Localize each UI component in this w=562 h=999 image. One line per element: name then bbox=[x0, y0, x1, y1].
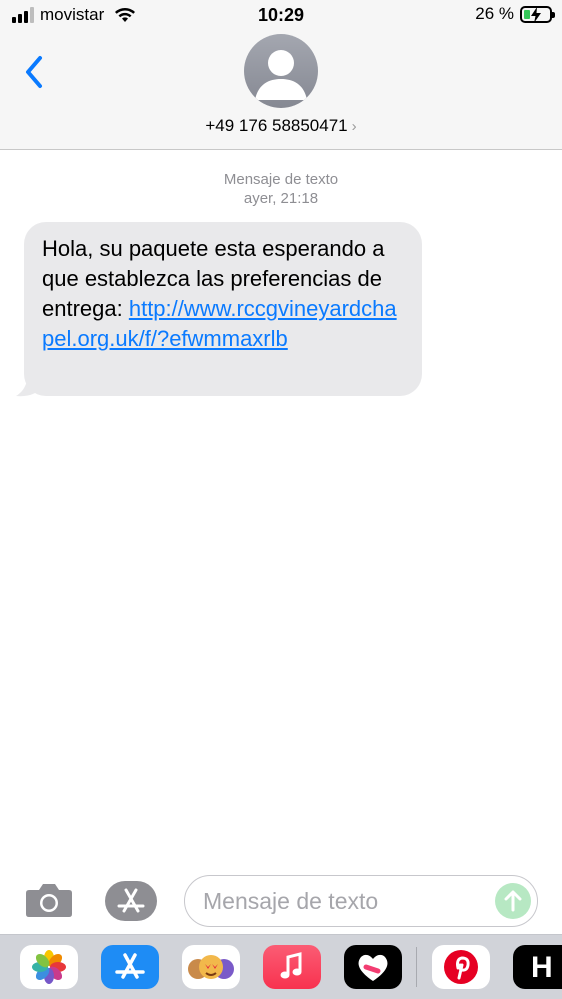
h-app-icon[interactable]: H bbox=[513, 945, 562, 989]
send-arrow-icon bbox=[504, 890, 522, 912]
app-strip-divider bbox=[416, 947, 417, 987]
battery-nub bbox=[552, 11, 555, 18]
pinterest-logo-icon bbox=[444, 950, 478, 984]
app-store-icon bbox=[105, 881, 157, 921]
chevron-right-icon: › bbox=[351, 118, 357, 135]
message-bubble[interactable]: Hola, su paquete esta esperando a que es… bbox=[24, 222, 422, 396]
conversation-meta: Mensaje de texto ayer, 21:18 bbox=[0, 170, 562, 208]
photos-flower-icon bbox=[32, 950, 66, 984]
camera-button[interactable] bbox=[25, 882, 73, 918]
camera-icon bbox=[26, 884, 72, 917]
memoji-app-icon[interactable] bbox=[182, 945, 240, 989]
contact-name-button[interactable]: +49 176 58850471 › bbox=[0, 116, 562, 136]
app-store-app-icon[interactable] bbox=[101, 945, 159, 989]
photos-app-icon[interactable] bbox=[20, 945, 78, 989]
music-note-icon bbox=[280, 952, 302, 979]
battery-icon bbox=[520, 5, 555, 23]
music-app-icon[interactable] bbox=[263, 945, 321, 989]
send-button[interactable] bbox=[495, 883, 531, 919]
contact-number: +49 176 58850471 bbox=[205, 116, 348, 135]
status-bar: movistar 10:29 26 % bbox=[0, 0, 562, 30]
app-store-button[interactable] bbox=[104, 881, 158, 921]
chevron-left-icon bbox=[26, 56, 42, 88]
memoji-faces-icon bbox=[188, 955, 234, 979]
back-button[interactable] bbox=[20, 52, 50, 92]
service-label: Mensaje de texto bbox=[223, 171, 339, 188]
h-app-label: H bbox=[531, 951, 553, 984]
message-input-field[interactable] bbox=[184, 875, 538, 927]
imessage-app-drawer: H bbox=[0, 934, 562, 999]
messages-screen: movistar 10:29 26 % +49 176 58850471 › M… bbox=[0, 0, 562, 999]
status-right: 26 % bbox=[475, 4, 555, 24]
composer-bar bbox=[0, 868, 562, 934]
heart-icon bbox=[358, 954, 388, 981]
battery-percentage: 26 % bbox=[475, 4, 514, 23]
message-timestamp: ayer, 21:18 bbox=[243, 190, 319, 207]
conversation-header: +49 176 58850471 › bbox=[0, 30, 562, 150]
person-icon bbox=[255, 50, 307, 100]
pinterest-app-icon[interactable] bbox=[432, 945, 490, 989]
contact-avatar[interactable] bbox=[244, 34, 318, 108]
heart-app-icon[interactable] bbox=[344, 945, 402, 989]
charging-bolt-icon bbox=[531, 6, 541, 23]
app-store-a-icon bbox=[115, 953, 145, 979]
message-input[interactable] bbox=[203, 884, 483, 918]
